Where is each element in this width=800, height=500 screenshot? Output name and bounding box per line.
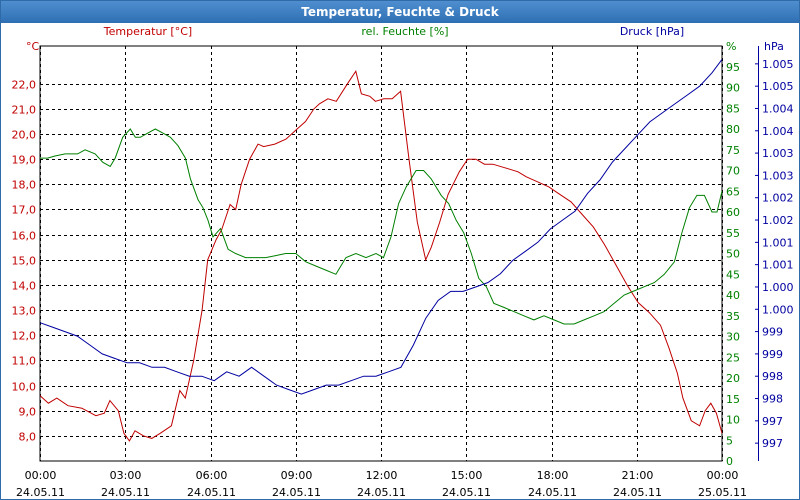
x-tick-time: 12:00: [366, 469, 398, 482]
temperature-tick: 20,0: [12, 129, 37, 142]
pressure-tick: 1.000: [762, 303, 794, 316]
temperature-tick: 8,0: [19, 431, 37, 444]
pressure-axis-unit: hPa: [764, 40, 784, 53]
x-tick-time: 00:00: [707, 469, 739, 482]
humidity-tick: 55: [726, 227, 740, 240]
pressure-tick: 997: [762, 437, 783, 450]
x-tick-date: 25.05.11: [698, 486, 747, 499]
temperature-axis-unit: °C: [26, 40, 40, 53]
temperature-tick: 9,0: [19, 406, 37, 419]
temperature-tick: 14,0: [12, 280, 37, 293]
x-tick-date: 24.05.11: [187, 486, 236, 499]
pressure-tick: 1.003: [762, 147, 794, 160]
pressure-axis-label: Druck [hPa]: [620, 25, 684, 38]
pressure-tick: 1.000: [762, 281, 794, 294]
temperature-axis-label: Temperatur [°C]: [103, 25, 192, 38]
humidity-axis-label: rel. Feuchte [%]: [361, 25, 448, 38]
humidity-tick: 50: [726, 248, 740, 261]
x-tick-time: 15:00: [451, 469, 483, 482]
humidity-tick: 10: [726, 414, 740, 427]
humidity-tick: 35: [726, 310, 740, 323]
axes: [39, 45, 759, 462]
temperature-tick: 10,0: [12, 381, 37, 394]
x-tick-date: 24.05.11: [101, 486, 150, 499]
humidity-tick: 90: [726, 82, 740, 95]
pressure-tick: 998: [762, 393, 783, 406]
temperature-tick: 11,0: [12, 355, 37, 368]
humidity-tick: 75: [726, 144, 740, 157]
x-tick-time: 00:00: [25, 469, 57, 482]
tick-labels: 00:00 24.05.11 03:00 24.05.11 06:00 24.05.11 0…: [12, 58, 794, 499]
pressure-tick: 997: [762, 415, 783, 428]
x-tick-time: 18:00: [537, 469, 569, 482]
pressure-tick: 999: [762, 326, 783, 339]
humidity-tick: 65: [726, 185, 740, 198]
temperature-tick: 18,0: [12, 179, 37, 192]
pressure-tick: 1.002: [762, 192, 794, 205]
temperature-tick: 21,0: [12, 104, 37, 117]
temperature-tick: 13,0: [12, 305, 37, 318]
x-tick-time: 09:00: [281, 469, 313, 482]
temperature-tick: 12,0: [12, 330, 37, 343]
x-tick-date: 24.05.11: [272, 486, 321, 499]
humidity-tick: 40: [726, 289, 740, 302]
x-tick-date: 24.05.11: [613, 486, 662, 499]
pressure-tick: 1.002: [762, 214, 794, 227]
x-tick-time: 21:00: [622, 469, 654, 482]
temperature-tick: 17,0: [12, 204, 37, 217]
pressure-tick: 1.005: [762, 58, 794, 71]
x-tick-date: 24.05.11: [16, 486, 65, 499]
temperature-tick: 15,0: [12, 255, 37, 268]
pressure-tick: 1.004: [762, 125, 794, 138]
x-tick-time: 03:00: [110, 469, 142, 482]
grid-lines: [40, 46, 723, 461]
x-tick-date: 24.05.11: [357, 486, 406, 499]
x-tick-date: 24.05.11: [442, 486, 491, 499]
humidity-tick: 85: [726, 102, 740, 115]
pressure-tick: 1.004: [762, 102, 794, 115]
temperature-tick: 22,0: [12, 79, 37, 92]
temperature-tick: 16,0: [12, 230, 37, 243]
x-tick-date: 24.05.11: [528, 486, 577, 499]
x-tick-time: 06:00: [196, 469, 228, 482]
pressure-tick: 998: [762, 370, 783, 383]
humidity-tick: 25: [726, 351, 740, 364]
chart-canvas: 00:00 24.05.11 03:00 24.05.11 06:00 24.05.11 0…: [12, 25, 794, 499]
humidity-tick: 0: [726, 455, 733, 468]
pressure-tick: 999: [762, 348, 783, 361]
humidity-tick: 70: [726, 165, 740, 178]
humidity-tick: 15: [726, 393, 740, 406]
axis-headers: °C Temperatur [°C] rel. Feuchte [%] % Dr…: [26, 25, 784, 53]
humidity-tick: 30: [726, 331, 740, 344]
humidity-axis-unit: %: [726, 40, 736, 53]
pressure-tick: 1.005: [762, 80, 794, 93]
humidity-tick: 60: [726, 206, 740, 219]
humidity-tick: 95: [726, 61, 740, 74]
humidity-tick: 20: [726, 372, 740, 385]
pressure-tick: 1.001: [762, 259, 794, 272]
humidity-tick: 80: [726, 123, 740, 136]
humidity-tick: 5: [726, 434, 733, 447]
humidity-tick: 45: [726, 268, 740, 281]
temperature-tick: 19,0: [12, 154, 37, 167]
pressure-tick: 1.001: [762, 236, 794, 249]
pressure-tick: 1.003: [762, 169, 794, 182]
